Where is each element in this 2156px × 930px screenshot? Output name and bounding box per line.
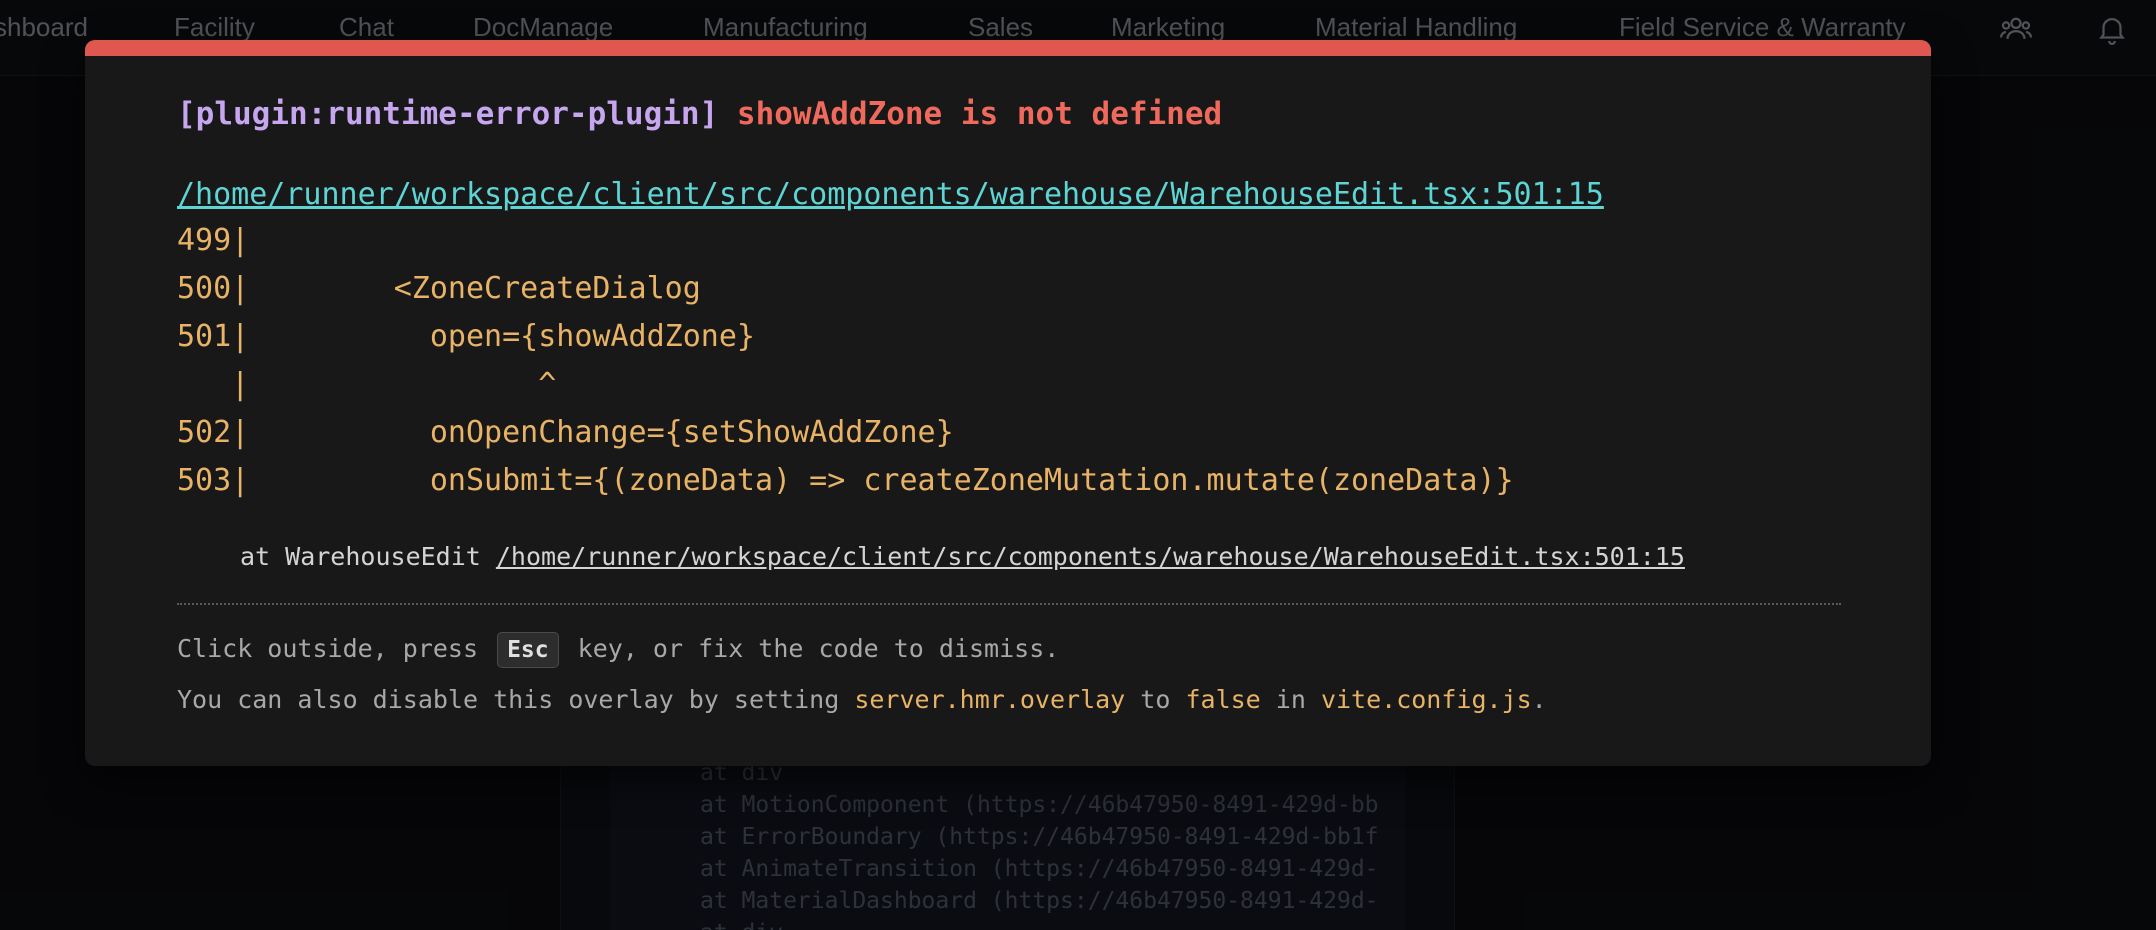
config-option: server.hmr.overlay (854, 685, 1126, 714)
code-frame-line: 500| <ZoneCreateDialog (177, 271, 701, 306)
code-frame-line: 503| onSubmit={(zoneData) => createZoneM… (177, 463, 1514, 498)
tip-text: key, or fix the code to dismiss. (562, 634, 1060, 663)
code-frame-line: 499| (177, 223, 250, 258)
tip-text: in (1260, 685, 1321, 714)
error-overlay: [plugin:runtime-error-plugin] showAddZon… (85, 40, 1931, 766)
error-accent-bar (85, 40, 1931, 56)
code-frame-caret: | ^ (177, 367, 557, 402)
plugin-name: [plugin:runtime-error-plugin] (177, 96, 719, 132)
error-text: showAddZone is not defined (736, 96, 1223, 132)
code-frame-line: 502| onOpenChange={setShowAddZone} (177, 415, 954, 450)
config-file: vite.config.js (1320, 685, 1532, 714)
code-frame-line: 501| open={showAddZone} (177, 319, 755, 354)
config-value: false (1185, 685, 1261, 714)
dismiss-tip: Click outside, press Esc key, or fix the… (177, 632, 1059, 668)
tip-text: . (1531, 685, 1547, 714)
divider (177, 603, 1841, 605)
stack-frame: at WarehouseEdit /home/runner/workspace/… (240, 542, 1685, 571)
stack-frame-function: at WarehouseEdit (240, 542, 496, 571)
error-message: [plugin:runtime-error-plugin] showAddZon… (177, 96, 1222, 132)
stack-frame-link[interactable]: /home/runner/workspace/client/src/compon… (496, 542, 1685, 571)
error-file-link[interactable]: /home/runner/workspace/client/src/compon… (177, 177, 1604, 212)
tip-text: to (1125, 685, 1186, 714)
tip-text: You can also disable this overlay by set… (177, 685, 855, 714)
disable-overlay-tip: You can also disable this overlay by set… (177, 685, 1547, 714)
esc-key-badge: Esc (497, 632, 559, 668)
tip-text: Click outside, press (177, 634, 494, 663)
